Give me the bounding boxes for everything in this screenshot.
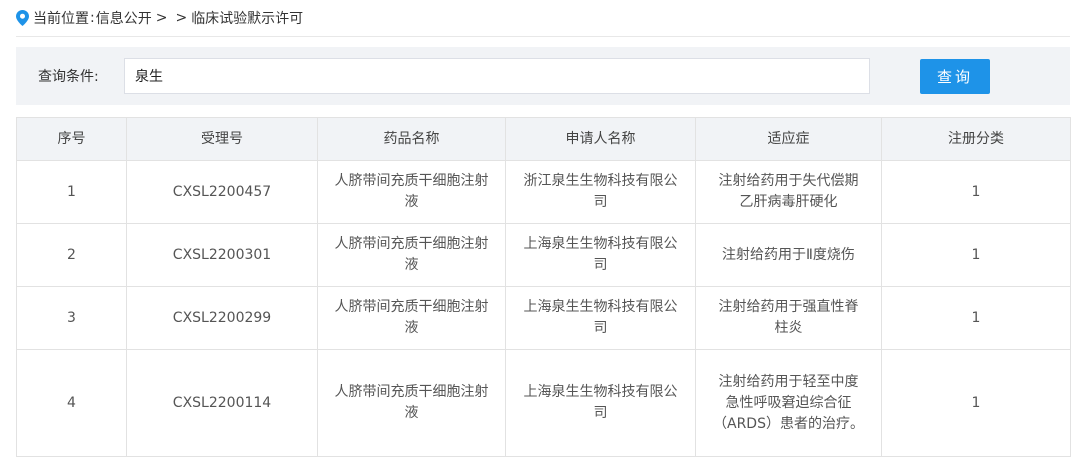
table-row[interactable]: 2 CXSL2200301 人脐带间充质干细胞注射液 上海泉生生物科技有限公司 …: [16, 223, 1071, 287]
cell-registration-class: 1: [881, 160, 1071, 224]
column-header-registration-class: 注册分类: [881, 117, 1071, 161]
column-header-applicant: 申请人名称: [505, 117, 696, 161]
cell-drug-name: 人脐带间充质干细胞注射液: [317, 286, 506, 350]
cell-applicant: 上海泉生生物科技有限公司: [505, 349, 696, 457]
cell-acceptance-no: CXSL2200299: [126, 286, 318, 350]
cell-applicant: 上海泉生生物科技有限公司: [505, 286, 696, 350]
cell-index: 4: [16, 349, 127, 457]
cell-index: 2: [16, 223, 127, 287]
table-row[interactable]: 3 CXSL2200299 人脐带间充质干细胞注射液 上海泉生生物科技有限公司 …: [16, 286, 1071, 350]
search-bar: 查询条件: 查询: [16, 47, 1070, 105]
cell-acceptance-no: CXSL2200114: [126, 349, 318, 457]
column-header-index: 序号: [16, 117, 127, 161]
breadcrumb-current: 临床试验默示许可: [191, 11, 304, 27]
search-input[interactable]: [124, 58, 870, 94]
table-header-row: 序号 受理号 药品名称 申请人名称 适应症 注册分类: [16, 117, 1071, 161]
search-button[interactable]: 查询: [920, 58, 990, 94]
cell-acceptance-no: CXSL2200301: [126, 223, 318, 287]
column-header-drug-name: 药品名称: [317, 117, 506, 161]
cell-registration-class: 1: [881, 223, 1071, 287]
cell-drug-name: 人脐带间充质干细胞注射液: [317, 349, 506, 457]
table-row[interactable]: 4 CXSL2200114 人脐带间充质干细胞注射液 上海泉生生物科技有限公司 …: [16, 349, 1071, 457]
breadcrumb-section-link[interactable]: 信息公开: [96, 8, 152, 28]
results-table: 序号 受理号 药品名称 申请人名称 适应症 注册分类 1 CXSL2200457…: [16, 117, 1071, 457]
cell-drug-name: 人脐带间充质干细胞注射液: [317, 160, 506, 224]
search-label: 查询条件:: [38, 69, 99, 85]
table-row[interactable]: 1 CXSL2200457 人脐带间充质干细胞注射液 浙江泉生生物科技有限公司 …: [16, 160, 1071, 224]
cell-registration-class: 1: [881, 349, 1071, 457]
cell-indication: 注射给药用于强直性脊柱炎: [695, 286, 882, 350]
breadcrumb-separator: >: [155, 10, 168, 26]
cell-applicant: 上海泉生生物科技有限公司: [505, 223, 696, 287]
column-header-indication: 适应症: [695, 117, 882, 161]
cell-index: 3: [16, 286, 127, 350]
cell-applicant: 浙江泉生生物科技有限公司: [505, 160, 696, 224]
cell-index: 1: [16, 160, 127, 224]
cell-indication: 注射给药用于Ⅱ度烧伤: [695, 223, 882, 287]
cell-indication: 注射给药用于失代偿期乙肝病毒肝硬化: [695, 160, 882, 224]
column-header-acceptance-no: 受理号: [126, 117, 318, 161]
breadcrumb-colon: :: [90, 10, 95, 26]
cell-acceptance-no: CXSL2200457: [126, 160, 318, 224]
breadcrumb-prefix: 当前位置: [33, 11, 89, 27]
cell-indication: 注射给药用于轻至中度急性呼吸窘迫综合征（ARDS）患者的治疗。: [695, 349, 882, 457]
breadcrumb: 当前位置 : 信息公开 > > 临床试验默示许可: [16, 0, 1070, 37]
breadcrumb-separator: >: [175, 10, 188, 26]
location-pin-icon: [16, 10, 29, 26]
cell-registration-class: 1: [881, 286, 1071, 350]
cell-drug-name: 人脐带间充质干细胞注射液: [317, 223, 506, 287]
